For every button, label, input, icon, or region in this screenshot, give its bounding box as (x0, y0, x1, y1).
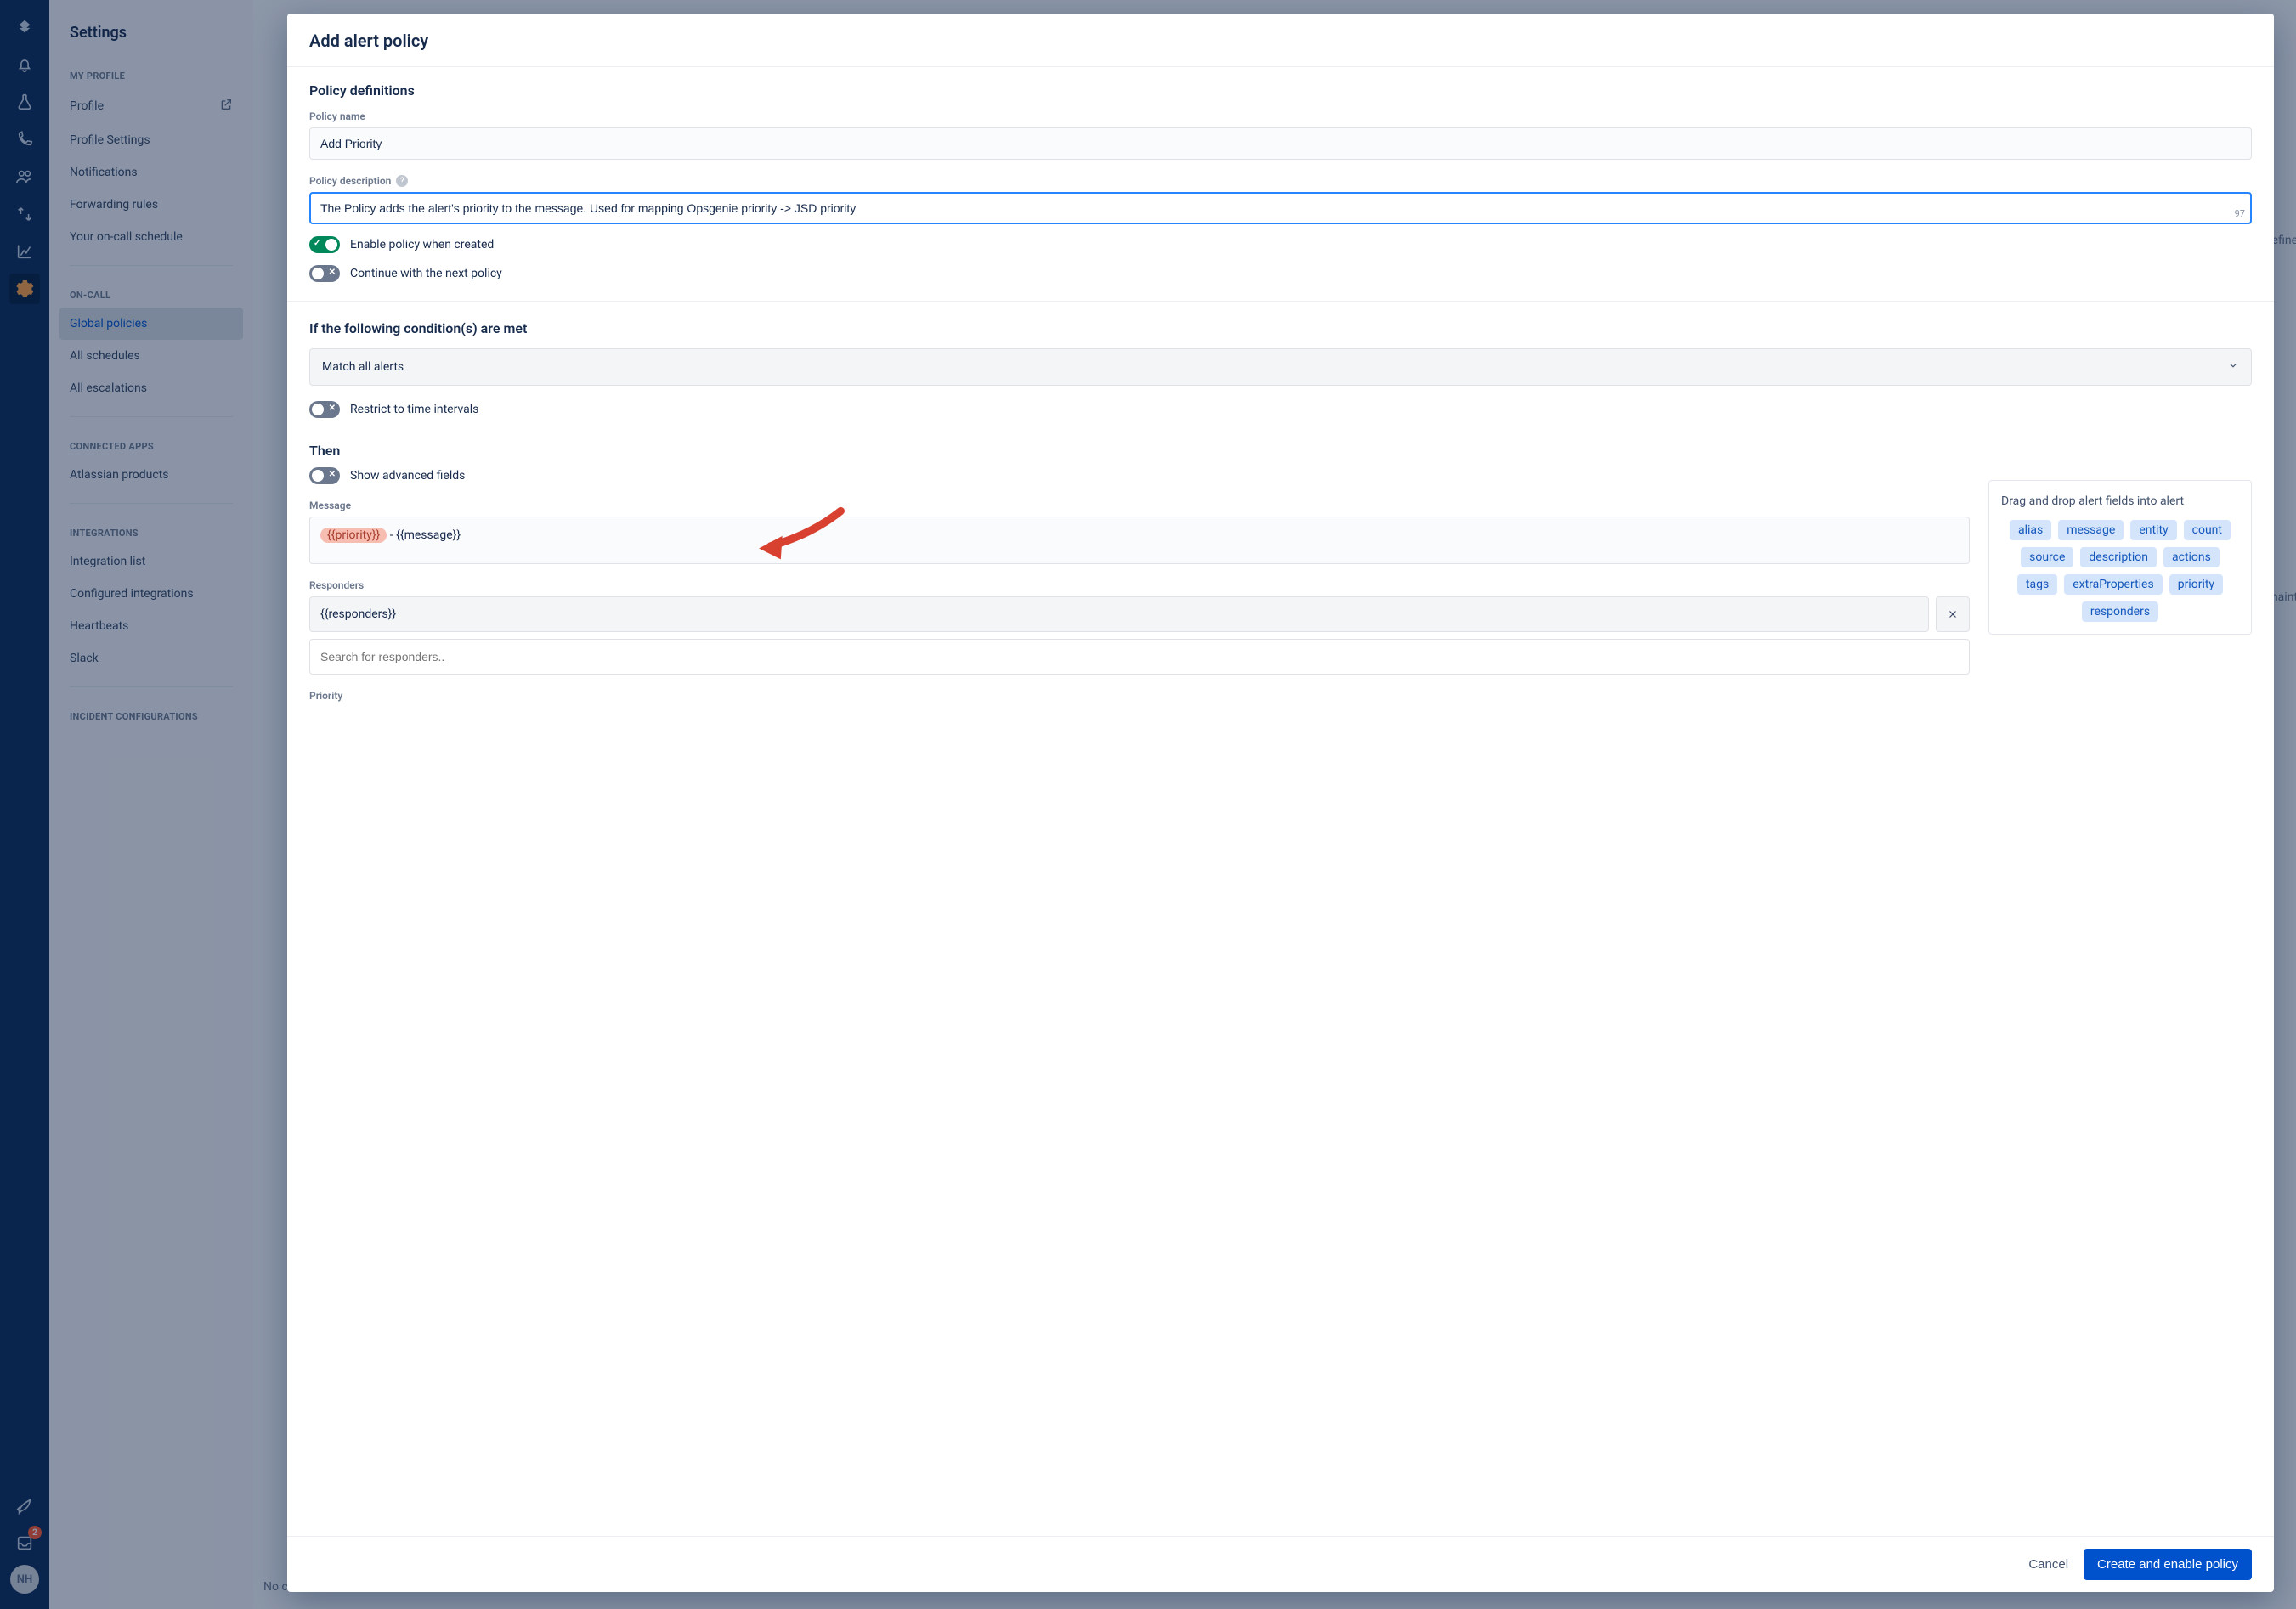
tag-actions[interactable]: actions (2163, 547, 2220, 567)
description-char-count: 97 (2235, 208, 2245, 219)
enable-policy-toggle[interactable]: ✓ (309, 236, 340, 253)
enable-policy-label: Enable policy when created (350, 238, 494, 251)
chevron-down-icon (2227, 359, 2239, 375)
tag-count[interactable]: count (2184, 520, 2231, 540)
condition-match-select[interactable]: Match all alerts (309, 348, 2252, 386)
policy-name-input[interactable] (309, 127, 2252, 160)
show-advanced-toggle[interactable]: ✕ (309, 467, 340, 484)
cancel-button[interactable]: Cancel (2028, 1549, 2068, 1580)
create-enable-policy-button[interactable]: Create and enable policy (2084, 1549, 2252, 1580)
modal-header: Add alert policy (287, 14, 2274, 67)
alert-fields-panel: Drag and drop alert fields into alert al… (1988, 480, 2252, 635)
responders-clear-button[interactable] (1936, 596, 1970, 632)
policy-name-label: Policy name (309, 110, 2252, 122)
message-priority-chip[interactable]: {{priority}} (320, 528, 387, 543)
restrict-time-label: Restrict to time intervals (350, 403, 478, 416)
tag-responders[interactable]: responders (2082, 601, 2158, 622)
policy-definitions-heading: Policy definitions (309, 82, 2252, 99)
modal-footer: Cancel Create and enable policy (287, 1536, 2274, 1592)
message-label: Message (309, 500, 1970, 511)
tag-priority[interactable]: priority (2169, 574, 2223, 595)
tag-extra-properties[interactable]: extraProperties (2064, 574, 2162, 595)
policy-description-input[interactable] (309, 192, 2252, 224)
tag-entity[interactable]: entity (2130, 520, 2176, 540)
tag-description[interactable]: description (2080, 547, 2157, 567)
message-field[interactable]: {{priority}} - {{message}} (309, 517, 1970, 564)
modal-title: Add alert policy (309, 31, 2252, 51)
responders-search-input[interactable] (309, 639, 1970, 675)
restrict-time-toggle[interactable]: ✕ (309, 401, 340, 418)
responders-label: Responders (309, 579, 1970, 591)
tag-source[interactable]: source (2021, 547, 2073, 567)
show-advanced-label: Show advanced fields (350, 469, 465, 483)
modal-body: Policy definitions Policy name Policy de… (287, 67, 2274, 1536)
conditions-heading: If the following condition(s) are met (309, 320, 2252, 336)
alert-fields-hint: Drag and drop alert fields into alert (2001, 494, 2239, 508)
then-heading: Then (309, 443, 1970, 459)
help-icon[interactable]: ? (396, 175, 408, 187)
tag-message[interactable]: message (2058, 520, 2124, 540)
policy-description-label: Policy description ? (309, 175, 2252, 187)
message-text: - {{message}} (390, 528, 461, 542)
add-alert-policy-modal: Add alert policy Policy definitions Poli… (287, 14, 2274, 1592)
tag-tags[interactable]: tags (2017, 574, 2057, 595)
priority-label: Priority (309, 690, 1970, 702)
continue-next-policy-toggle[interactable]: ✕ (309, 265, 340, 282)
continue-next-policy-label: Continue with the next policy (350, 267, 502, 280)
responders-value[interactable]: {{responders}} (309, 596, 1929, 632)
alert-fields-tag-list: alias message entity count source descri… (2001, 520, 2239, 622)
tag-alias[interactable]: alias (2010, 520, 2051, 540)
